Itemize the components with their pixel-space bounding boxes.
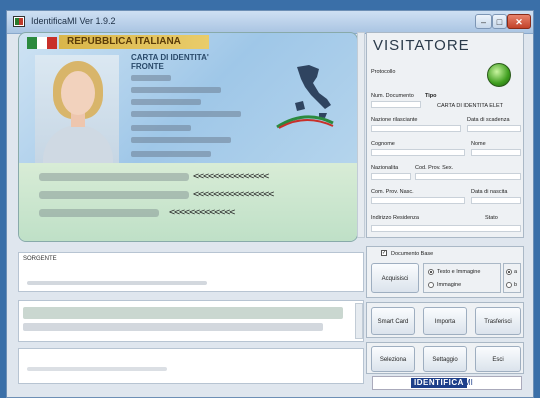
birthplace-field[interactable] bbox=[371, 197, 465, 204]
exit-button[interactable]: Esci bbox=[475, 346, 521, 372]
logo-part-1: IDENTIFICA bbox=[411, 378, 467, 388]
address-field[interactable] bbox=[371, 225, 521, 232]
doc-number-label: Num. Documento bbox=[371, 93, 414, 99]
visitor-panel: VISITATORE Protocollo Num. Documento Tip… bbox=[366, 32, 524, 238]
doc-base-checkbox[interactable]: ✓ bbox=[381, 250, 387, 256]
nationality-field[interactable] bbox=[371, 173, 411, 180]
doc-base-label: Documento Base bbox=[391, 251, 434, 257]
radio-b[interactable] bbox=[506, 282, 512, 288]
card-type-label: CARTA DI IDENTITA' FRONTE bbox=[131, 53, 209, 71]
select-button[interactable]: Seleziona bbox=[371, 346, 415, 372]
status-led-icon bbox=[487, 63, 511, 87]
minimize-button[interactable]: – bbox=[475, 14, 492, 29]
mode-radio-group: Testo e Immagine Immagine bbox=[423, 263, 501, 293]
expiry-label: Data di scadenza bbox=[467, 117, 510, 123]
mrz-line-1: <<<<<<<<<<<<<<< bbox=[193, 172, 269, 182]
nationality-label: Nazionalita bbox=[371, 165, 399, 171]
card-photo bbox=[35, 55, 119, 163]
log-pane bbox=[18, 348, 364, 384]
side-radio-group: a b bbox=[503, 263, 521, 293]
source-pane: SORGENTE bbox=[18, 252, 364, 292]
radio-text-image[interactable] bbox=[428, 269, 434, 275]
source-label: SORGENTE bbox=[23, 256, 57, 262]
results-vertical-scrollbar[interactable] bbox=[355, 303, 363, 339]
import-button[interactable]: Importa bbox=[423, 307, 467, 335]
settings-button[interactable]: Settaggio bbox=[423, 346, 467, 372]
close-button[interactable]: ✕ bbox=[507, 14, 531, 29]
italian-flag-icon bbox=[27, 37, 57, 49]
actions-group-2: Seleziona Settaggio Esci bbox=[366, 342, 524, 374]
visitor-heading: VISITATORE bbox=[373, 37, 470, 54]
transfer-button[interactable]: Trasferisci bbox=[475, 307, 521, 335]
radio-image-label: Immagine bbox=[437, 282, 462, 288]
radio-image[interactable] bbox=[428, 282, 434, 288]
address-label: Indirizzo Residenza bbox=[371, 215, 419, 221]
birthplace-label: Com. Prov. Nasc. bbox=[371, 189, 414, 195]
issuing-country-label: Nazione rilasciante bbox=[371, 117, 418, 123]
app-flag-icon bbox=[13, 16, 25, 27]
protocol-label: Protocollo bbox=[371, 69, 396, 75]
title-bar[interactable]: IdentificaMI Ver 1.9.2 – □ ✕ bbox=[7, 11, 533, 34]
birthdate-field[interactable] bbox=[471, 197, 521, 204]
expiry-field[interactable] bbox=[467, 125, 521, 132]
card-type-line1: CARTA DI IDENTITA' bbox=[131, 53, 209, 62]
card-mrz-zone: <<<<<<<<<<<<<<< <<<<<<<<<<<<<<<< <<<<<<<… bbox=[19, 163, 357, 241]
issuing-country-field[interactable] bbox=[371, 125, 461, 132]
logo-part-2: MI bbox=[464, 378, 473, 387]
type-value: CARTA DI IDENTITA ELET bbox=[437, 103, 504, 109]
card-type-line2: FRONTE bbox=[131, 62, 164, 71]
card-country-label: REPUBBLICA ITALIANA bbox=[59, 35, 209, 49]
radio-text-image-label: Testo e Immagine bbox=[437, 269, 481, 275]
maximize-button[interactable]: □ bbox=[492, 14, 507, 29]
italy-map-icon bbox=[295, 65, 331, 118]
actions-group-1: Smart Card Importa Trasferisci bbox=[366, 302, 524, 338]
results-list[interactable] bbox=[18, 300, 364, 342]
acquisition-group: ✓ Documento Base Acquisisci Testo e Imma… bbox=[366, 246, 524, 298]
name-field[interactable] bbox=[471, 149, 521, 156]
sex-label: Cod. Prov. Sex. bbox=[415, 165, 454, 171]
acquire-button[interactable]: Acquisisci bbox=[371, 263, 419, 293]
surname-label: Cognome bbox=[371, 141, 395, 147]
doc-number-field[interactable] bbox=[371, 101, 421, 108]
radio-a-label: a bbox=[514, 269, 518, 275]
smart-card-button[interactable]: Smart Card bbox=[371, 307, 415, 335]
surname-field[interactable] bbox=[371, 149, 465, 156]
sex-field[interactable] bbox=[415, 173, 521, 180]
card-tricolor-swoosh bbox=[276, 115, 334, 129]
card-vertical-scrollbar[interactable] bbox=[357, 32, 365, 238]
name-label: Nome bbox=[471, 141, 486, 147]
birthdate-label: Data di nascita bbox=[471, 189, 508, 195]
brand-logo: IDENTIFICA MI bbox=[372, 376, 522, 390]
radio-b-label: b bbox=[514, 282, 518, 288]
radio-a[interactable] bbox=[506, 269, 512, 275]
id-card-image: REPUBBLICA ITALIANA CARTA DI IDENTITA' F… bbox=[18, 32, 358, 242]
mrz-line-3: <<<<<<<<<<<<< bbox=[169, 208, 235, 218]
mrz-line-2: <<<<<<<<<<<<<<<< bbox=[193, 190, 274, 200]
window-title: IdentificaMI Ver 1.9.2 bbox=[31, 16, 116, 26]
type-label: Tipo bbox=[425, 93, 437, 99]
state-label: Stato bbox=[485, 215, 498, 221]
